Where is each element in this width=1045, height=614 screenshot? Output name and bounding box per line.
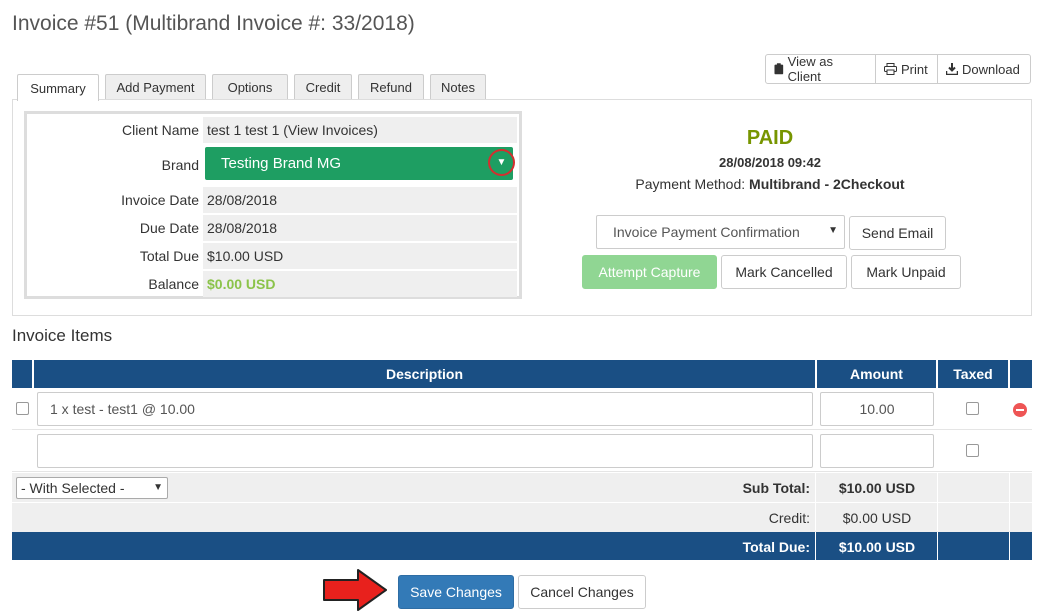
send-email-button[interactable]: Send Email xyxy=(849,216,946,250)
taxed-header: Taxed xyxy=(938,360,1008,388)
download-button[interactable]: Download xyxy=(937,54,1031,84)
balance-value: $0.00 USD xyxy=(203,271,517,297)
due-date-value: 28/08/2018 xyxy=(203,215,517,241)
credit-label: Credit: xyxy=(768,510,810,526)
new-item-description-input[interactable] xyxy=(37,434,813,468)
print-button[interactable]: Print xyxy=(875,54,938,84)
tab-options[interactable]: Options xyxy=(212,74,288,100)
header-select-cell xyxy=(12,360,32,388)
mark-unpaid-button[interactable]: Mark Unpaid xyxy=(851,255,961,289)
page-title: Invoice #51 (Multibrand Invoice #: 33/20… xyxy=(12,12,415,35)
print-label: Print xyxy=(901,61,928,77)
payment-method-value: Multibrand - 2Checkout xyxy=(749,176,905,192)
save-changes-button[interactable]: Save Changes xyxy=(398,575,514,609)
balance-label: Balance xyxy=(148,276,199,292)
view-as-client-button[interactable]: View as Client xyxy=(765,54,876,84)
total-due-label: Total Due xyxy=(139,248,199,264)
print-icon xyxy=(884,63,897,75)
item-description-input[interactable]: 1 x test - test1 @ 10.00 xyxy=(37,392,813,426)
caret-down-icon: ▼ xyxy=(828,225,838,236)
total-due-row: Total Due $10.00 USD xyxy=(27,242,519,270)
column-divider xyxy=(1009,503,1010,531)
invoice-items-heading: Invoice Items xyxy=(12,326,113,345)
item-amount-text: 10.00 xyxy=(859,401,895,417)
new-item-taxed-checkbox[interactable] xyxy=(966,444,979,457)
tab-add-payment[interactable]: Add Payment xyxy=(105,74,206,100)
brand-select-value: Testing Brand MG xyxy=(221,155,342,172)
sub-total-value: $10.00 USD xyxy=(838,480,916,496)
tab-refund[interactable]: Refund xyxy=(358,74,424,100)
clipboard-icon xyxy=(774,63,784,75)
tab-credit[interactable]: Credit xyxy=(294,74,352,100)
remove-item-icon[interactable] xyxy=(1013,403,1027,417)
row-divider xyxy=(12,429,1032,430)
invoice-date-label: Invoice Date xyxy=(121,192,199,208)
tab-bar: Summary Add Payment Options Credit Refun… xyxy=(17,74,486,101)
sub-total-label: Sub Total: xyxy=(742,480,810,496)
item-taxed-checkbox[interactable] xyxy=(966,402,979,415)
header-remove-cell xyxy=(1010,360,1032,388)
invoice-date-row: Invoice Date 28/08/2018 xyxy=(27,186,519,214)
payment-method-label: Payment Method: xyxy=(635,176,746,192)
column-divider xyxy=(1009,532,1010,560)
red-arrow-icon xyxy=(323,569,387,611)
email-template-value: Invoice Payment Confirmation xyxy=(613,224,800,240)
item-amount-input[interactable]: 10.00 xyxy=(820,392,934,426)
email-template-select[interactable]: Invoice Payment Confirmation ▼ xyxy=(596,215,845,249)
tab-notes[interactable]: Notes xyxy=(430,74,486,100)
payment-method: Payment Method: Multibrand - 2Checkout xyxy=(580,176,960,192)
balance-row: Balance $0.00 USD xyxy=(27,270,519,298)
amount-header: Amount xyxy=(817,360,936,388)
total-due-footer-label: Total Due: xyxy=(742,539,810,555)
client-name-label: Client Name xyxy=(121,122,199,138)
cancel-changes-button[interactable]: Cancel Changes xyxy=(518,575,646,609)
total-due-footer-value: $10.00 USD xyxy=(838,539,916,555)
download-label: Download xyxy=(962,61,1020,77)
paid-datetime: 28/08/2018 09:42 xyxy=(719,155,821,170)
row-divider xyxy=(12,471,1032,472)
top-actions: View as Client Print Download xyxy=(765,54,1031,84)
attempt-capture-button[interactable]: Attempt Capture xyxy=(582,255,717,289)
brand-select[interactable]: Testing Brand MG xyxy=(205,147,513,180)
due-date-label: Due Date xyxy=(139,220,199,236)
description-header: Description xyxy=(34,360,815,388)
invoice-date-value: 28/08/2018 xyxy=(203,187,517,213)
item-select-checkbox[interactable] xyxy=(16,402,29,415)
client-name-value[interactable]: test 1 test 1 (View Invoices) xyxy=(203,117,517,143)
brand-label: Brand xyxy=(161,157,199,173)
client-name-row: Client Name test 1 test 1 (View Invoices… xyxy=(27,116,519,144)
item-description-text: 1 x test - test1 @ 10.00 xyxy=(50,401,195,417)
tab-summary[interactable]: Summary xyxy=(17,74,99,101)
client-details-table: Client Name test 1 test 1 (View Invoices… xyxy=(24,111,522,299)
mark-cancelled-button[interactable]: Mark Cancelled xyxy=(721,255,847,289)
new-item-amount-input[interactable] xyxy=(820,434,934,468)
credit-value: $0.00 USD xyxy=(842,510,912,526)
view-as-client-label: View as Client xyxy=(787,54,833,84)
download-icon xyxy=(946,63,958,75)
chevron-down-icon[interactable]: ▼ xyxy=(488,149,515,176)
status-badge: PAID xyxy=(746,127,794,149)
total-due-value: $10.00 USD xyxy=(203,243,517,269)
due-date-row: Due Date 28/08/2018 xyxy=(27,214,519,242)
